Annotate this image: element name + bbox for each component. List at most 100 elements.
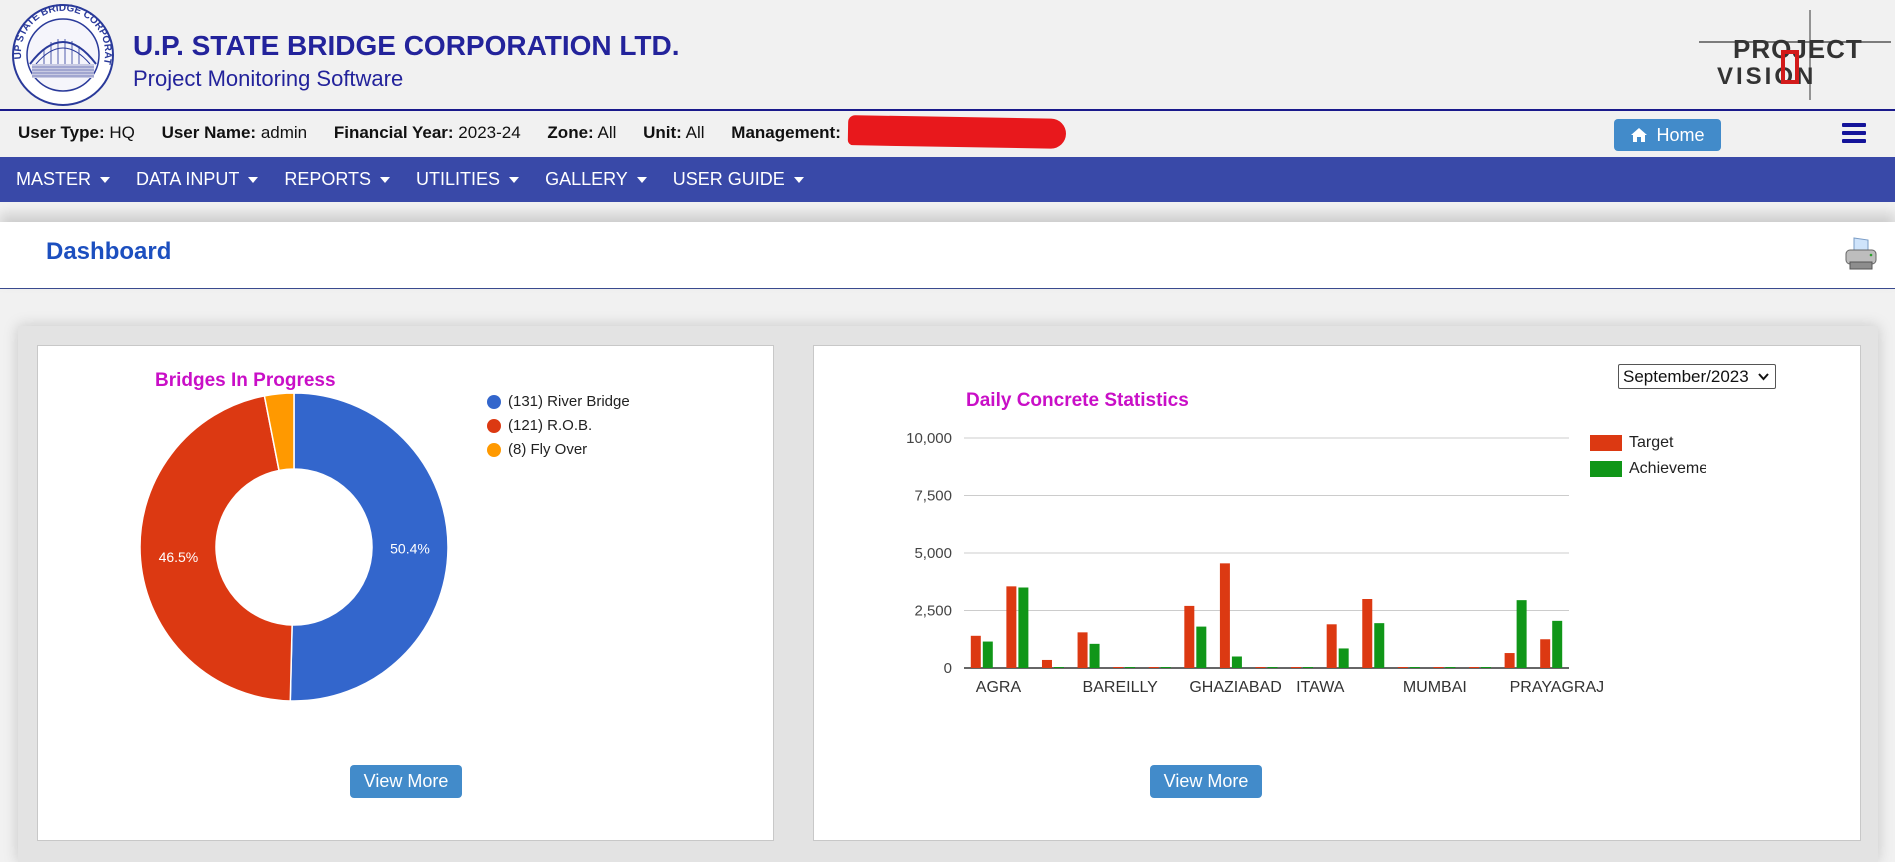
x-tick-label: GHAZIABAD: [1189, 679, 1281, 696]
site-header: UP STATE BRIDGE CORPORATION LTD. U.P. ST…: [0, 0, 1895, 111]
printer-icon[interactable]: [1844, 236, 1878, 272]
legend-swatch: [1590, 435, 1622, 451]
legend-label: (8) Fly Over: [508, 441, 588, 458]
bar-achievement[interactable]: [982, 641, 993, 668]
bar-achievement[interactable]: [1374, 623, 1385, 668]
legend-item-target: Target: [1590, 434, 1730, 452]
x-tick-label: PRAYAGRAJ: [1510, 679, 1605, 696]
bar-target[interactable]: [1113, 667, 1124, 668]
financial-year: Financial Year: 2023-24: [333, 123, 521, 142]
caret-down-icon: [793, 176, 804, 183]
caret-down-icon: [248, 176, 259, 183]
dashboard-content: Bridges In Progress 50.4% 46.5% (131) Riv…: [18, 326, 1878, 862]
y-tick-label: 0: [944, 660, 952, 677]
main-navigation: MASTER DATA INPUT REPORTS UTILITIES GALL…: [0, 157, 1895, 202]
bar-target[interactable]: [1291, 667, 1302, 668]
legend-item[interactable]: (131) River Bridge: [487, 393, 630, 410]
bar-target[interactable]: [1362, 599, 1373, 668]
organization-name: U.P. STATE BRIDGE CORPORATION LTD.: [133, 30, 680, 61]
project-vision-logo: PROJECT VISION: [1699, 10, 1891, 100]
corporation-logo: UP STATE BRIDGE CORPORATION LTD.: [6, 2, 114, 106]
legend-dot: [487, 442, 501, 457]
home-button[interactable]: Home: [1614, 119, 1721, 151]
svg-text:VISION: VISION: [1717, 63, 1816, 90]
view-more-bridges-button[interactable]: View More: [350, 765, 462, 798]
bar-target[interactable]: [1184, 605, 1195, 668]
bar-achievement[interactable]: [1409, 667, 1420, 668]
legend-label: (131) River Bridge: [508, 393, 630, 410]
bar-target[interactable]: [1148, 667, 1159, 668]
software-subtitle: Project Monitoring Software: [133, 66, 404, 91]
caret-down-icon: [380, 176, 391, 183]
y-tick-label: 5,000: [914, 545, 952, 562]
bar-achievement[interactable]: [1338, 648, 1349, 668]
slice-percent-label: 50.4%: [390, 540, 430, 556]
bridges-in-progress-panel: Bridges In Progress 50.4% 46.5% (131) Riv…: [37, 345, 774, 841]
daily-concrete-panel: September/2023 Daily Concrete Statistics…: [813, 345, 1861, 841]
slice-percent-label: 46.5%: [159, 549, 199, 565]
bar-achievement[interactable]: [1445, 667, 1456, 668]
bar-achievement[interactable]: [1552, 620, 1563, 668]
bar-achievement[interactable]: [1089, 643, 1100, 668]
bar-achievement[interactable]: [1018, 587, 1029, 669]
redaction-mark: [847, 115, 1067, 149]
bar-achievement[interactable]: [1196, 626, 1207, 668]
bar-target[interactable]: [1469, 667, 1480, 668]
chevron-down-icon: [1758, 372, 1769, 380]
x-tick-label: ITAWA: [1296, 679, 1345, 696]
bar-achievement[interactable]: [1267, 667, 1278, 668]
legend-item-achievement: Achieveme: [1590, 460, 1706, 478]
nav-reports[interactable]: REPORTS: [284, 169, 391, 190]
bar-target[interactable]: [1077, 632, 1088, 668]
chart-title: Daily Concrete Statistics: [966, 390, 1189, 411]
bar-achievement[interactable]: [1053, 667, 1064, 668]
y-tick-label: 7,500: [914, 488, 952, 505]
legend-item[interactable]: (8) Fly Over: [487, 441, 587, 458]
page-title: Dashboard: [46, 238, 172, 265]
dashboard-header: Dashboard: [0, 222, 1895, 289]
bar-target[interactable]: [1006, 586, 1017, 668]
view-more-concrete-button[interactable]: View More: [1150, 765, 1262, 798]
bar-achievement[interactable]: [1303, 667, 1314, 668]
zone: Zone: All: [547, 123, 617, 142]
nav-master[interactable]: MASTER: [16, 169, 111, 190]
bar-achievement[interactable]: [1231, 656, 1242, 669]
bar-achievement[interactable]: [1481, 667, 1492, 668]
bar-target[interactable]: [1540, 639, 1551, 668]
bar-achievement[interactable]: [1160, 667, 1171, 668]
month-select[interactable]: September/2023: [1618, 364, 1776, 389]
bar-target[interactable]: [1504, 653, 1515, 668]
legend-dot: [487, 418, 501, 433]
bar-target[interactable]: [1433, 667, 1444, 668]
x-tick-label: MUMBAI: [1403, 679, 1467, 696]
caret-down-icon: [636, 176, 647, 183]
caret-down-icon: [100, 176, 111, 183]
bar-target[interactable]: [1326, 624, 1337, 668]
home-icon: [1631, 128, 1648, 142]
bar-achievement[interactable]: [1516, 600, 1527, 668]
hamburger-icon[interactable]: [1842, 123, 1866, 143]
user-info-bar: User Type: HQ User Name: admin Financial…: [0, 111, 1895, 157]
nav-user-guide[interactable]: USER GUIDE: [673, 169, 804, 190]
bar-target[interactable]: [970, 635, 981, 668]
bar-achievement[interactable]: [1125, 667, 1136, 668]
bar-target[interactable]: [1041, 659, 1052, 668]
donut-chart: 50.4% 46.5%: [139, 392, 449, 702]
user-type: User Type: HQ: [18, 123, 135, 142]
nav-gallery[interactable]: GALLERY: [545, 169, 647, 190]
legend-item[interactable]: (121) R.O.B.: [487, 417, 592, 434]
home-label: Home: [1656, 124, 1705, 145]
bar-target[interactable]: [1219, 563, 1230, 668]
bar-target[interactable]: [1397, 667, 1408, 668]
legend-swatch: [1590, 461, 1622, 477]
nav-utilities[interactable]: UTILITIES: [416, 169, 520, 190]
x-tick-label: BAREILLY: [1083, 679, 1159, 696]
x-tick-label: AGRA: [976, 679, 1022, 696]
caret-down-icon: [509, 176, 520, 183]
bar-target[interactable]: [1255, 667, 1266, 668]
nav-data-input[interactable]: DATA INPUT: [136, 169, 259, 190]
month-select-value: September/2023: [1623, 366, 1749, 386]
chart-title: Bridges In Progress: [155, 370, 336, 391]
y-tick-label: 2,500: [914, 603, 952, 620]
y-tick-label: 10,000: [906, 430, 952, 447]
